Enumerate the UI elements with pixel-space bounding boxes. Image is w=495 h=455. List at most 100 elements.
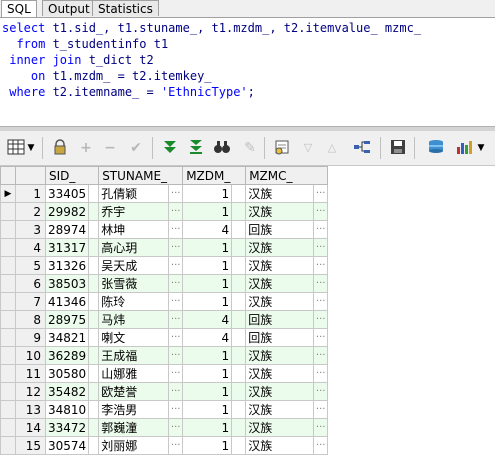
- cell-sid[interactable]: 28975: [44, 310, 90, 329]
- row-indicator[interactable]: [0, 256, 16, 275]
- row-indicator[interactable]: [0, 202, 16, 221]
- cell-spacer[interactable]: [88, 220, 100, 239]
- row-indicator[interactable]: [0, 346, 16, 365]
- table-row[interactable]: 9 34821 喇文 ··· 4 回族 ···: [0, 328, 329, 347]
- row-number[interactable]: 13: [15, 400, 46, 419]
- row-indicator[interactable]: [0, 292, 16, 311]
- cell-stuname[interactable]: 王成福: [98, 346, 170, 365]
- row-number[interactable]: 15: [15, 436, 46, 455]
- cell-spacer[interactable]: [88, 256, 100, 275]
- tab-sql[interactable]: SQL: [1, 0, 37, 17]
- add-record-icon[interactable]: +: [76, 139, 96, 157]
- table-row[interactable]: 10 36289 王成福 ··· 1 汉族 ···: [0, 346, 329, 365]
- delete-record-icon[interactable]: −: [100, 139, 120, 157]
- table-row[interactable]: 5 31326 吴天成 ··· 1 汉族 ···: [0, 256, 329, 275]
- cell-ellipsis-button[interactable]: ···: [313, 292, 329, 311]
- cell-spacer[interactable]: [88, 202, 100, 221]
- cell-stuname[interactable]: 林坤: [98, 220, 170, 239]
- cell-mzdm[interactable]: 1: [182, 238, 233, 257]
- cell-spacer[interactable]: [88, 382, 100, 401]
- cell-stuname[interactable]: 郭巍潼: [98, 418, 170, 437]
- cell-sid[interactable]: 34810: [44, 400, 90, 419]
- cell-stuname[interactable]: 欧楚誉: [98, 382, 170, 401]
- save-icon[interactable]: [388, 139, 408, 157]
- cell-ellipsis-button[interactable]: ···: [168, 220, 184, 239]
- column-header-mzmc[interactable]: MZMC_: [245, 166, 329, 185]
- cell-mzmc[interactable]: 汉族: [245, 184, 315, 203]
- cell-stuname[interactable]: 陈玲: [98, 292, 170, 311]
- cell-stuname[interactable]: 乔宇: [98, 202, 170, 221]
- row-indicator[interactable]: [0, 220, 16, 239]
- cell-stuname[interactable]: 李浩男: [98, 400, 170, 419]
- row-number[interactable]: 12: [15, 382, 46, 401]
- cell-mzmc[interactable]: 汉族: [245, 238, 315, 257]
- cell-mzmc[interactable]: 回族: [245, 328, 315, 347]
- cell-ellipsis-button[interactable]: ···: [168, 328, 184, 347]
- cell-spacer[interactable]: [231, 274, 247, 293]
- cell-mzmc[interactable]: 汉族: [245, 418, 315, 437]
- cell-stuname[interactable]: 张雪薇: [98, 274, 170, 293]
- table-row[interactable]: 3 28974 林坤 ··· 4 回族 ···: [0, 220, 329, 239]
- cell-sid[interactable]: 31317: [44, 238, 90, 257]
- cell-ellipsis-button[interactable]: ···: [313, 220, 329, 239]
- cell-stuname[interactable]: 孔倩颖: [98, 184, 170, 203]
- row-indicator[interactable]: [0, 274, 16, 293]
- cell-stuname[interactable]: 高心玥: [98, 238, 170, 257]
- cell-ellipsis-button[interactable]: ···: [313, 184, 329, 203]
- cell-spacer[interactable]: [88, 400, 100, 419]
- fetch-last-icon[interactable]: [186, 139, 206, 157]
- cell-mzdm[interactable]: 1: [182, 364, 233, 383]
- cell-stuname[interactable]: 吴天成: [98, 256, 170, 275]
- cell-sid[interactable]: 29982: [44, 202, 90, 221]
- column-header-stuname[interactable]: STUNAME_: [98, 166, 184, 185]
- row-indicator[interactable]: [0, 364, 16, 383]
- cell-mzmc[interactable]: 汉族: [245, 256, 315, 275]
- row-indicator[interactable]: [0, 310, 16, 329]
- cell-ellipsis-button[interactable]: ···: [168, 256, 184, 275]
- row-number[interactable]: 3: [15, 220, 46, 239]
- cell-ellipsis-button[interactable]: ···: [313, 202, 329, 221]
- chart-icon[interactable]: [454, 139, 474, 157]
- cell-spacer[interactable]: [231, 310, 247, 329]
- cell-spacer[interactable]: [231, 436, 247, 455]
- cell-spacer[interactable]: [88, 418, 100, 437]
- cell-mzdm[interactable]: 1: [182, 292, 233, 311]
- row-number[interactable]: 1: [15, 184, 46, 203]
- cell-spacer[interactable]: [231, 328, 247, 347]
- cell-spacer[interactable]: [88, 328, 100, 347]
- cell-spacer[interactable]: [88, 292, 100, 311]
- sort-ascending-icon[interactable]: △: [322, 139, 342, 157]
- export-icon[interactable]: [426, 139, 446, 157]
- cell-mzdm[interactable]: 1: [182, 346, 233, 365]
- cell-sid[interactable]: 41346: [44, 292, 90, 311]
- cell-spacer[interactable]: [88, 274, 100, 293]
- cell-sid[interactable]: 33405: [44, 184, 90, 203]
- row-number[interactable]: 10: [15, 346, 46, 365]
- table-row[interactable]: 8 28975 马炜 ··· 4 回族 ···: [0, 310, 329, 329]
- cell-mzmc[interactable]: 汉族: [245, 382, 315, 401]
- cell-ellipsis-button[interactable]: ···: [168, 400, 184, 419]
- cell-mzmc[interactable]: 回族: [245, 310, 315, 329]
- cell-spacer[interactable]: [231, 220, 247, 239]
- cell-mzmc[interactable]: 回族: [245, 220, 315, 239]
- cell-ellipsis-button[interactable]: ···: [168, 292, 184, 311]
- cell-spacer[interactable]: [231, 382, 247, 401]
- cell-spacer[interactable]: [231, 184, 247, 203]
- row-indicator[interactable]: [0, 436, 16, 455]
- cell-ellipsis-button[interactable]: ···: [168, 436, 184, 455]
- table-row[interactable]: 7 41346 陈玲 ··· 1 汉族 ···: [0, 292, 329, 311]
- cell-ellipsis-button[interactable]: ···: [313, 364, 329, 383]
- cell-mzdm[interactable]: 1: [182, 256, 233, 275]
- table-row[interactable]: 14 33472 郭巍潼 ··· 1 汉族 ···: [0, 418, 329, 437]
- cell-sid[interactable]: 30574: [44, 436, 90, 455]
- row-indicator[interactable]: [0, 400, 16, 419]
- cell-mzdm[interactable]: 1: [182, 184, 233, 203]
- row-indicator[interactable]: [0, 418, 16, 437]
- cell-ellipsis-button[interactable]: ···: [168, 310, 184, 329]
- cell-stuname[interactable]: 刘丽娜: [98, 436, 170, 455]
- row-number[interactable]: 11: [15, 364, 46, 383]
- row-number[interactable]: 5: [15, 256, 46, 275]
- cell-ellipsis-button[interactable]: ···: [168, 202, 184, 221]
- cell-ellipsis-button[interactable]: ···: [313, 274, 329, 293]
- cell-stuname[interactable]: 喇文: [98, 328, 170, 347]
